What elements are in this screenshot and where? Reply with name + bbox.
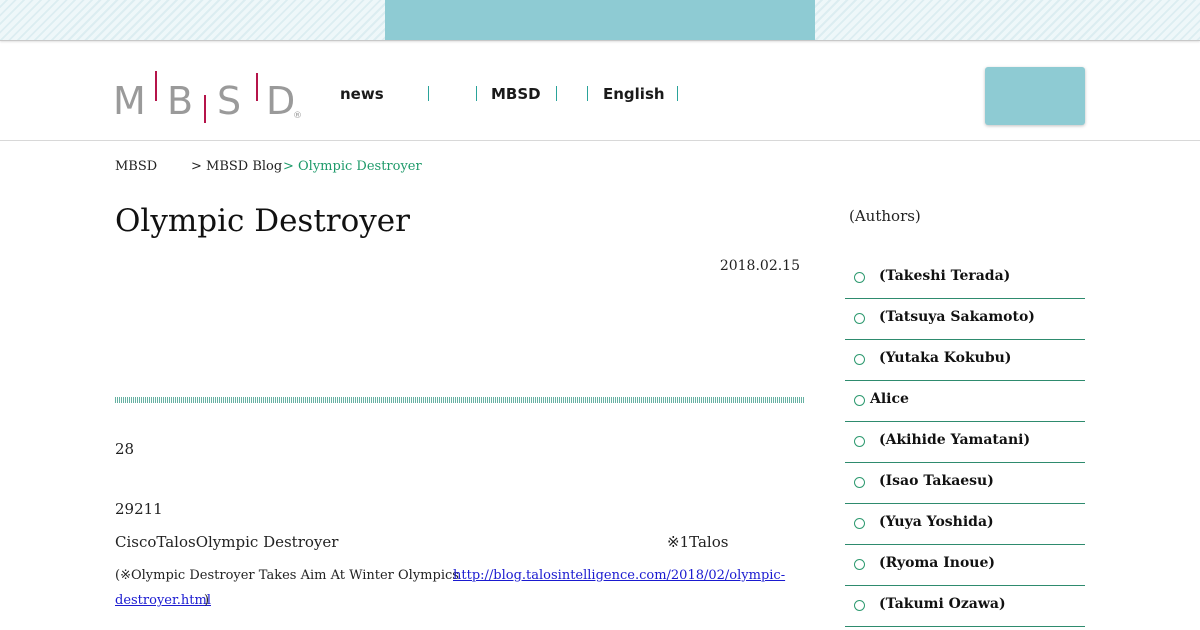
author-name: (Isao Takaesu) [879, 473, 994, 489]
author-name: (Takumi Ozawa) [879, 596, 1006, 612]
nav-separator [587, 86, 588, 101]
circle-bullet-icon [854, 477, 865, 488]
author-item[interactable]: (Yutaka Kokubu) [845, 340, 1085, 381]
top-banner-center-block[interactable] [385, 0, 815, 40]
talos-link[interactable]: http://blog.talosintelligence.com/2018/0… [453, 563, 785, 588]
circle-bullet-icon [854, 559, 865, 570]
author-item[interactable]: (Yuya Yoshida) [845, 504, 1085, 545]
author-name: (Ryoma Inoue) [879, 555, 996, 571]
article-paragraph-1: 28 [115, 440, 135, 458]
author-item[interactable]: (Tatsuya Sakamoto) [845, 299, 1085, 340]
author-name: (Akihide Yamatani) [879, 432, 1031, 448]
author-item[interactable]: (Akihide Yamatani) [845, 422, 1085, 463]
nav-separator [677, 86, 678, 101]
circle-bullet-icon [854, 600, 865, 611]
breadcrumb-blog[interactable]: > MBSD Blog [191, 158, 282, 176]
author-list: (Takeshi Terada) (Tatsuya Sakamoto) (Yut… [845, 258, 1085, 627]
circle-bullet-icon [854, 518, 865, 529]
footnote-ref: ※1Talos [667, 533, 729, 551]
talos-link-continued[interactable]: destroyer.html [115, 588, 211, 613]
article-paragraph-2: 29211 [115, 500, 163, 518]
author-item[interactable]: (Isao Takaesu) [845, 463, 1085, 504]
author-item[interactable]: (Takeshi Terada) [845, 258, 1085, 299]
nav-news[interactable]: news [340, 83, 384, 105]
circle-bullet-icon [854, 354, 865, 365]
article-divider [115, 397, 804, 403]
author-name: (Tatsuya Sakamoto) [879, 309, 1035, 325]
author-item[interactable]: Alice [845, 381, 1085, 422]
article-paragraph-3: CiscoTalosOlympic Destroyer [115, 533, 339, 551]
article-title: Olympic Destroyer [115, 203, 410, 239]
author-name: (Yuya Yoshida) [879, 514, 994, 530]
nav-mbsd[interactable]: MBSD [491, 83, 541, 105]
author-item[interactable]: (Takumi Ozawa) [845, 586, 1085, 627]
author-name: (Takeshi Terada) [879, 268, 1011, 284]
nav-english[interactable]: English [603, 83, 665, 105]
author-item[interactable]: (Ryoma Inoue) [845, 545, 1085, 586]
circle-bullet-icon [854, 313, 865, 324]
nav-separator [556, 86, 557, 101]
site-header: M B S D ® news MBSD English [0, 41, 1200, 141]
circle-bullet-icon [854, 436, 865, 447]
footnote-text: (※Olympic Destroyer Takes Aim At Winter … [115, 568, 459, 583]
article-date: 2018.02.15 [719, 258, 800, 274]
nav-separator [476, 86, 477, 101]
mbsd-logo[interactable]: M B S D ® [113, 71, 308, 127]
circle-bullet-icon [854, 272, 865, 283]
top-banner [0, 0, 1200, 41]
sidebar-authors-heading: (Authors) [849, 207, 921, 225]
contact-button[interactable] [985, 67, 1085, 125]
nav-separator [428, 86, 429, 101]
author-name: Alice [870, 391, 909, 407]
footnote-close: ) [204, 593, 210, 608]
breadcrumb-current: > Olympic Destroyer [283, 159, 422, 174]
circle-bullet-icon [854, 395, 865, 406]
breadcrumb-home[interactable]: MBSD [115, 158, 157, 176]
author-name: (Yutaka Kokubu) [879, 350, 1012, 366]
